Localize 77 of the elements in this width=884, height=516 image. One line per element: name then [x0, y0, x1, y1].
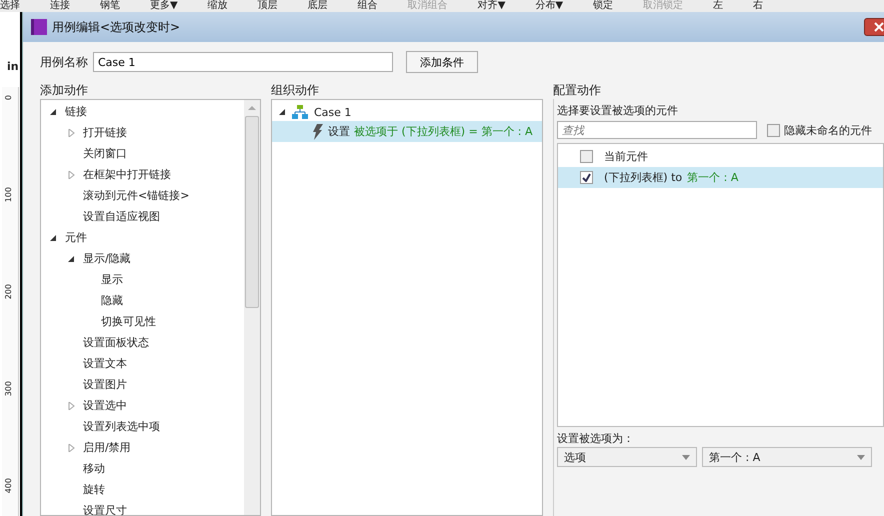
tree-item[interactable]: 设置文本 — [83, 356, 127, 371]
page-tab[interactable]: in — [0, 60, 20, 73]
tree-item[interactable]: 链接 — [65, 104, 87, 119]
action-row[interactable]: 设置 被选项于 (下拉列表框) = 第一个 : A — [272, 121, 542, 142]
dropdown[interactable]: 第一个 : A — [702, 447, 872, 467]
expanded-arrow-icon[interactable] — [67, 254, 75, 262]
tree-item[interactable]: 设置选中 — [83, 398, 127, 413]
close-icon — [874, 22, 884, 32]
widget-name: 当前元件 — [604, 149, 648, 164]
toolbar-item[interactable]: 选择 — [0, 0, 20, 12]
dropdown[interactable]: 选项 — [557, 447, 697, 467]
toolbar-item[interactable]: 钢笔 — [100, 0, 120, 12]
hierarchy-icon — [292, 105, 308, 119]
section-heading: 配置动作 — [553, 82, 602, 99]
toolbar-item[interactable]: 顶层 — [258, 0, 278, 12]
set-selected-label: 设置被选项为： — [557, 431, 635, 447]
checkbox[interactable] — [767, 124, 780, 136]
lightning-icon — [312, 124, 324, 140]
checkbox[interactable] — [580, 150, 593, 163]
tree-item[interactable]: 启用/禁用 — [83, 440, 131, 455]
tree-item[interactable]: 设置列表选中项 — [83, 419, 160, 434]
dropdown-arrow-icon — [857, 454, 865, 460]
section-heading: 组织动作 — [271, 82, 320, 99]
toolbar-item[interactable]: 更多▼ — [150, 0, 178, 12]
tree-item[interactable]: 设置图片 — [83, 377, 127, 392]
widget-name: (下拉列表框) to — [604, 170, 682, 185]
app-logo-icon — [31, 19, 47, 35]
tree-item[interactable]: 设置面板状态 — [83, 335, 149, 350]
expanded-arrow-icon[interactable] — [49, 234, 57, 242]
ruler-number: 100 — [4, 187, 14, 202]
widget-row[interactable]: 当前元件 — [558, 146, 883, 167]
case-label[interactable]: Case 1 — [314, 106, 352, 118]
action-verb: 设置 — [328, 124, 350, 139]
scrollbar[interactable] — [244, 100, 260, 515]
tree-item[interactable]: 滚动到元件<锚链接> — [83, 188, 190, 203]
hide-unnamed-label[interactable]: 隐藏未命名的元件 — [784, 122, 872, 138]
action-detail: 被选项于 (下拉列表框) = 第一个 : A — [354, 124, 533, 139]
widget-value: 第一个 : A — [687, 170, 738, 185]
toolbar-item[interactable]: 左 — [713, 0, 724, 12]
tree-item[interactable]: 显示/隐藏 — [83, 251, 131, 266]
dropdown-arrow-icon — [682, 454, 690, 460]
widget-prompt: 选择要设置被选项的元件 — [557, 103, 679, 119]
widget-row[interactable]: (下拉列表框) to 第一个 : A — [558, 167, 883, 188]
toolbar-item[interactable]: 右 — [753, 0, 764, 12]
search-field[interactable]: 查找 — [557, 121, 757, 139]
section-heading: 添加动作 — [40, 82, 89, 99]
tree-item[interactable]: 元件 — [65, 230, 87, 245]
collapsed-arrow-icon[interactable] — [67, 402, 75, 410]
tree-item[interactable]: 设置自适应视图 — [83, 209, 160, 224]
add-condition-button[interactable]: 添加条件 — [406, 51, 478, 73]
tree-item[interactable]: 移动 — [83, 461, 105, 476]
window-title: 用例编辑<选项改变时> — [52, 18, 180, 36]
toolbar-item[interactable]: 连接 — [50, 0, 70, 12]
tree-item[interactable]: 隐藏 — [101, 293, 123, 308]
case-name-label: 用例名称 — [40, 54, 88, 70]
ruler-number: 0 — [4, 94, 14, 100]
collapsed-arrow-icon[interactable] — [67, 128, 75, 136]
toolbar-item[interactable]: 缩放 — [208, 0, 228, 12]
toolbar-item[interactable]: 组合 — [358, 0, 378, 12]
scroll-up-icon[interactable] — [248, 105, 256, 111]
tree-item[interactable]: 显示 — [101, 272, 123, 287]
toolbar-item[interactable]: 分布▼ — [535, 0, 564, 12]
tree-item[interactable]: 打开链接 — [83, 125, 127, 140]
case-name-field[interactable]: Case 1 — [93, 52, 393, 72]
checkbox[interactable] — [580, 171, 593, 184]
tree-item[interactable]: 在框架中打开链接 — [83, 167, 171, 182]
collapsed-arrow-icon[interactable] — [67, 444, 75, 452]
tree-item[interactable]: 旋转 — [83, 482, 105, 497]
tree-item[interactable]: 切换可见性 — [101, 314, 156, 329]
collapsed-arrow-icon[interactable] — [67, 170, 75, 178]
ruler-number: 200 — [4, 284, 14, 300]
scrollbar-thumb[interactable] — [245, 116, 259, 308]
ruler-number: 300 — [4, 381, 14, 396]
expanded-arrow-icon[interactable] — [49, 108, 57, 116]
expanded-arrow-icon[interactable] — [278, 108, 286, 116]
ruler-number: 400 — [4, 478, 14, 494]
tree-item[interactable]: 关闭窗口 — [83, 146, 127, 161]
